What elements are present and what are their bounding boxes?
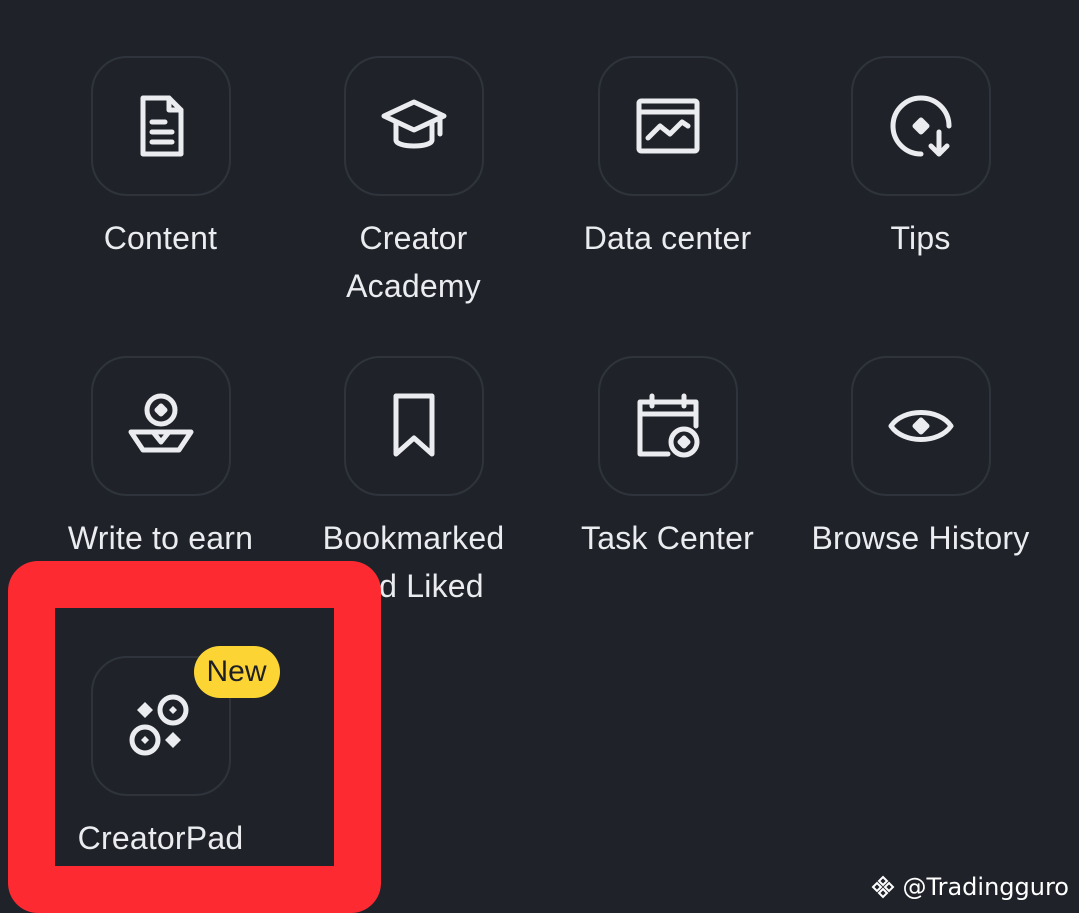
watermark-text: @Tradingguro	[902, 873, 1069, 901]
data-center-icon-button[interactable]	[597, 56, 738, 196]
binance-logo-icon	[872, 875, 895, 899]
menu-item-label: Bookmarked and Liked	[322, 520, 505, 604]
creator-academy-icon-button[interactable]	[343, 56, 484, 196]
new-badge: New	[193, 646, 280, 698]
eye-icon	[888, 410, 953, 442]
menu-item-label: Content	[103, 220, 218, 256]
watermark: @Tradingguro	[870, 873, 1069, 901]
creatorpad-icon-button[interactable]: New	[90, 646, 280, 796]
menu-item-task-center[interactable]: Task Center	[541, 356, 794, 562]
menu-item-label: Browse History	[811, 520, 1030, 556]
content-icon-button[interactable]	[90, 56, 231, 196]
menu-item-bookmarked-and-liked[interactable]: Bookmarked and Liked	[287, 356, 540, 610]
menu-item-write-to-earn[interactable]: Write to earn	[34, 356, 287, 562]
menu-item-label: CreatorPad	[77, 820, 244, 856]
document-icon	[140, 95, 183, 157]
menu-item-label: Task Center	[581, 520, 754, 556]
menu-item-tips[interactable]: Tips	[794, 56, 1047, 262]
browse-history-icon-button[interactable]	[850, 356, 991, 496]
menu-item-data-center[interactable]: Data center	[541, 56, 794, 262]
menu-item-creator-academy[interactable]: Creator Academy	[287, 56, 540, 310]
menu-item-label: Tips	[890, 220, 951, 256]
task-center-icon-button[interactable]	[597, 356, 738, 496]
menu-item-content[interactable]: Content	[34, 56, 287, 262]
creatorpad-icon	[129, 694, 188, 756]
write-to-earn-icon	[128, 393, 193, 453]
bookmarked-icon-button[interactable]	[343, 356, 484, 496]
chart-window-icon	[636, 98, 699, 154]
menu-item-creatorpad[interactable]: New CreatorPad	[34, 646, 287, 862]
menu-item-label: Data center	[583, 220, 752, 256]
tips-icon-button[interactable]	[850, 56, 991, 196]
creator-menu-page: Content Creator Academy Data center Tips…	[0, 0, 1079, 913]
graduation-cap-icon	[381, 99, 446, 149]
tips-download-icon	[890, 95, 951, 157]
menu-item-browse-history[interactable]: Browse History	[794, 356, 1047, 562]
menu-item-label: Write to earn	[67, 520, 254, 556]
menu-item-label: Creator Academy	[346, 220, 481, 304]
write-to-earn-icon-button[interactable]	[90, 356, 231, 496]
calendar-task-icon	[637, 393, 699, 458]
bookmark-icon	[393, 393, 434, 457]
